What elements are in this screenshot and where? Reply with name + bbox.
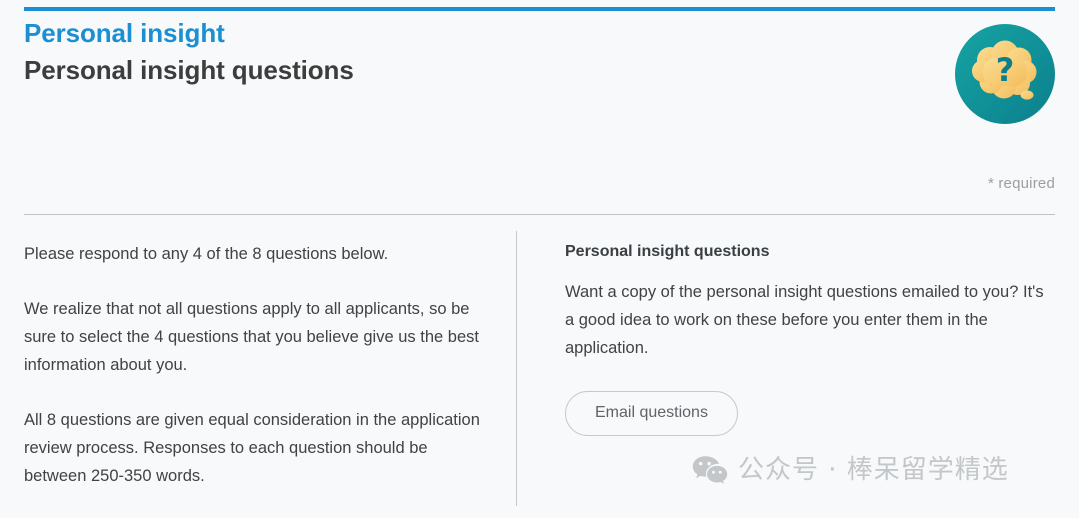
page-header: Personal insight Personal insight questi… [24, 18, 1055, 183]
email-panel-body: Want a copy of the personal insight ques… [565, 283, 1044, 357]
email-questions-button[interactable]: Email questions [565, 391, 738, 436]
page-eyebrow-title: Personal insight [24, 18, 225, 48]
email-panel-heading: Personal insight questions [565, 243, 770, 260]
svg-text:?: ? [996, 51, 1015, 89]
instruction-paragraph-1: Please respond to any 4 of the 8 questio… [24, 245, 389, 263]
column-divider [516, 231, 517, 506]
content-columns: Please respond to any 4 of the 8 questio… [24, 231, 1055, 511]
page-title: Personal insight questions [24, 54, 354, 85]
email-button-row: Email questions [565, 391, 1047, 436]
instructions-column: Please respond to any 4 of the 8 questio… [24, 240, 494, 490]
personal-insight-page: Personal insight Personal insight questi… [0, 0, 1079, 518]
instruction-paragraph-3: All 8 questions are given equal consider… [24, 411, 480, 485]
required-note: * required [987, 175, 1055, 192]
thought-bubble-question-icon: ? [955, 24, 1055, 124]
top-accent-rule [24, 7, 1055, 11]
header-divider [24, 214, 1055, 215]
email-questions-column: Personal insight questions Want a copy o… [565, 240, 1047, 436]
instruction-paragraph-2: We realize that not all questions apply … [24, 300, 479, 374]
